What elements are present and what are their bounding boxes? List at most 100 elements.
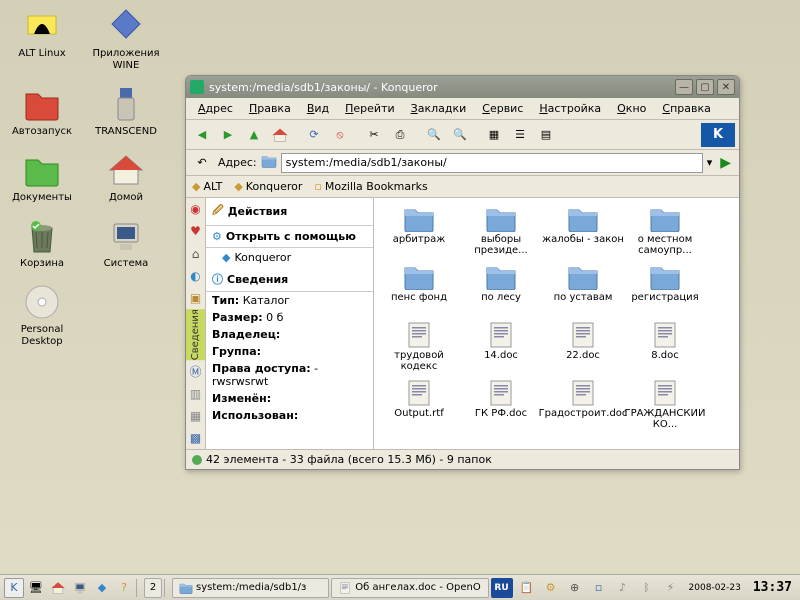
file-item[interactable]: регистрация bbox=[624, 264, 706, 322]
menu-Перейти[interactable]: Перейти bbox=[339, 100, 401, 117]
taskbar-help-icon[interactable]: ? bbox=[114, 578, 134, 598]
toolbar: ◀ ▶ ▲ ⟳ ⦸ ✂ ⎙ 🔍 🔍 ▦ ☰ ▤ K bbox=[186, 120, 739, 150]
tray-sound-icon[interactable]: ♪ bbox=[613, 578, 633, 598]
home-button[interactable] bbox=[268, 123, 292, 147]
bookmark-Konqueror[interactable]: ◆Konqueror bbox=[234, 180, 302, 193]
menu-Окно[interactable]: Окно bbox=[611, 100, 652, 117]
stop-button[interactable]: ⦸ bbox=[328, 123, 352, 147]
bookmark-ALT[interactable]: ◆ALT bbox=[192, 180, 222, 193]
task-button[interactable]: system:/media/sdb1/з bbox=[172, 578, 329, 598]
info-panel: 🖉Действия ⚙Открыть с помощью ◆Konqueror … bbox=[206, 198, 374, 449]
bookmark-Mozilla Bookmarks[interactable]: ▫Mozilla Bookmarks bbox=[314, 180, 427, 193]
task-button[interactable]: Об ангелах.doc - OpenO bbox=[331, 578, 488, 598]
folder-icon bbox=[649, 206, 681, 232]
menu-Адрес[interactable]: Адрес bbox=[192, 100, 239, 117]
file-item[interactable]: арбитраж bbox=[378, 206, 460, 264]
taskbar-system-icon[interactable] bbox=[70, 578, 90, 598]
taskbar-home-icon[interactable] bbox=[48, 578, 68, 598]
menu-Правка[interactable]: Правка bbox=[243, 100, 297, 117]
file-item[interactable]: пенс фонд bbox=[378, 264, 460, 322]
sidetab-extra2[interactable]: ▦ bbox=[186, 405, 205, 427]
reload-button[interactable]: ⟳ bbox=[302, 123, 326, 147]
menu-Справка[interactable]: Справка bbox=[656, 100, 716, 117]
tray-power-icon[interactable]: ⚡ bbox=[661, 578, 681, 598]
tray-network-icon[interactable]: ⊕ bbox=[565, 578, 585, 598]
file-item[interactable]: 8.doc bbox=[624, 322, 706, 380]
cut-button[interactable]: ✂ bbox=[362, 123, 386, 147]
menu-Закладки[interactable]: Закладки bbox=[405, 100, 473, 117]
file-item[interactable]: ГРАЖДАНСКИЙ КО... bbox=[624, 380, 706, 438]
desktop-icon-folder-red[interactable]: Автозапуск bbox=[0, 78, 84, 144]
menu-Сервис[interactable]: Сервис bbox=[476, 100, 529, 117]
minimize-button[interactable]: — bbox=[675, 79, 693, 95]
forward-button[interactable]: ▶ bbox=[216, 123, 240, 147]
back-button[interactable]: ◀ bbox=[190, 123, 214, 147]
window-title: system:/media/sdb1/законы/ - Konqueror bbox=[209, 81, 675, 94]
menu-Вид[interactable]: Вид bbox=[301, 100, 335, 117]
sidetab-bookmarks[interactable]: ♥ bbox=[186, 220, 205, 242]
view-icons-button[interactable]: ▦ bbox=[482, 123, 506, 147]
file-view[interactable]: арбитражвыборы президе...жалобы - законо… bbox=[374, 198, 739, 449]
sidetab-network[interactable]: ◐ bbox=[186, 265, 205, 287]
desktop-icon-system[interactable]: Система bbox=[84, 210, 168, 276]
kmenu-button[interactable]: K bbox=[4, 578, 24, 598]
file-item[interactable]: по уставам bbox=[542, 264, 624, 322]
file-item[interactable]: 14.doc bbox=[460, 322, 542, 380]
file-item[interactable]: Градостроит.doc bbox=[542, 380, 624, 438]
print-button[interactable]: ⎙ bbox=[388, 123, 412, 147]
desktop-icon-usb[interactable]: TRANSCEND bbox=[84, 78, 168, 144]
taskbar-clock[interactable]: 13:37 bbox=[749, 580, 796, 595]
openwith-konqueror[interactable]: ◆Konqueror bbox=[206, 248, 373, 267]
address-input[interactable] bbox=[281, 153, 703, 173]
desktop-icon-cd[interactable]: Personal Desktop bbox=[0, 276, 84, 354]
desktop-icon-folder-green[interactable]: Документы bbox=[0, 144, 84, 210]
view-list-button[interactable]: ☰ bbox=[508, 123, 532, 147]
tray-klipper-icon[interactable]: 📋 bbox=[517, 578, 537, 598]
close-button[interactable]: ✕ bbox=[717, 79, 735, 95]
lang-indicator[interactable]: RU bbox=[491, 578, 513, 598]
file-item[interactable]: ГК РФ.doc bbox=[460, 380, 542, 438]
taskbar-date[interactable]: 2008-02-23 bbox=[685, 583, 745, 593]
sidetab-root[interactable]: ▣ bbox=[186, 287, 205, 309]
sidetab-services[interactable]: Ⓜ bbox=[186, 360, 205, 382]
file-item[interactable]: о местном самоупр... bbox=[624, 206, 706, 264]
zoom-out-button[interactable]: 🔍 bbox=[448, 123, 472, 147]
tray-display-icon[interactable]: ▫ bbox=[589, 578, 609, 598]
menu-Настройка[interactable]: Настройка bbox=[533, 100, 607, 117]
desktop-icon-home[interactable]: Домой bbox=[84, 144, 168, 210]
clear-address-button[interactable]: ↶ bbox=[190, 151, 214, 175]
show-desktop-button[interactable]: 🖥 bbox=[26, 578, 46, 598]
desktop-icon-wine[interactable]: Приложения WINE bbox=[84, 0, 168, 78]
address-label: Адрес: bbox=[218, 156, 257, 169]
file-item[interactable]: выборы президе... bbox=[460, 206, 542, 264]
cd-icon bbox=[22, 282, 62, 322]
file-item[interactable]: 22.doc bbox=[542, 322, 624, 380]
maximize-button[interactable]: ▢ bbox=[696, 79, 714, 95]
titlebar[interactable]: system:/media/sdb1/законы/ - Konqueror —… bbox=[186, 76, 739, 98]
desktop-icon-altlinux[interactable]: ALT Linux bbox=[0, 0, 84, 66]
sidetab-history[interactable]: ◉ bbox=[186, 198, 205, 220]
go-button[interactable]: ▶ bbox=[716, 155, 735, 171]
file-item[interactable]: по лесу bbox=[460, 264, 542, 322]
sidetab-extra3[interactable]: ▩ bbox=[186, 427, 205, 449]
view-tree-button[interactable]: ▤ bbox=[534, 123, 558, 147]
system-icon bbox=[106, 216, 146, 256]
up-button[interactable]: ▲ bbox=[242, 123, 266, 147]
sidetab-extra1[interactable]: ▥ bbox=[186, 382, 205, 404]
tray-updates-icon[interactable]: ⚙ bbox=[541, 578, 561, 598]
sidetab-info-active[interactable]: Сведения bbox=[186, 309, 205, 360]
info-row: Тип: Каталог bbox=[206, 292, 373, 309]
folder-icon bbox=[567, 264, 599, 290]
desktop-icon-trash[interactable]: Корзина bbox=[0, 210, 84, 276]
window-icon bbox=[190, 80, 204, 94]
file-item[interactable]: Output.rtf bbox=[378, 380, 460, 438]
zoom-in-button[interactable]: 🔍 bbox=[422, 123, 446, 147]
trash-icon bbox=[22, 216, 62, 256]
taskbar-konq-icon[interactable]: ◆ bbox=[92, 578, 112, 598]
sidetab-home[interactable]: ⌂ bbox=[186, 242, 205, 264]
file-item[interactable]: жалобы - закон bbox=[542, 206, 624, 264]
tray-bluetooth-icon[interactable]: ᛒ bbox=[637, 578, 657, 598]
desktop-pager[interactable]: 2 bbox=[144, 578, 162, 598]
file-item[interactable]: трудовой кодекс bbox=[378, 322, 460, 380]
address-dropdown[interactable]: ▾ bbox=[707, 156, 713, 169]
